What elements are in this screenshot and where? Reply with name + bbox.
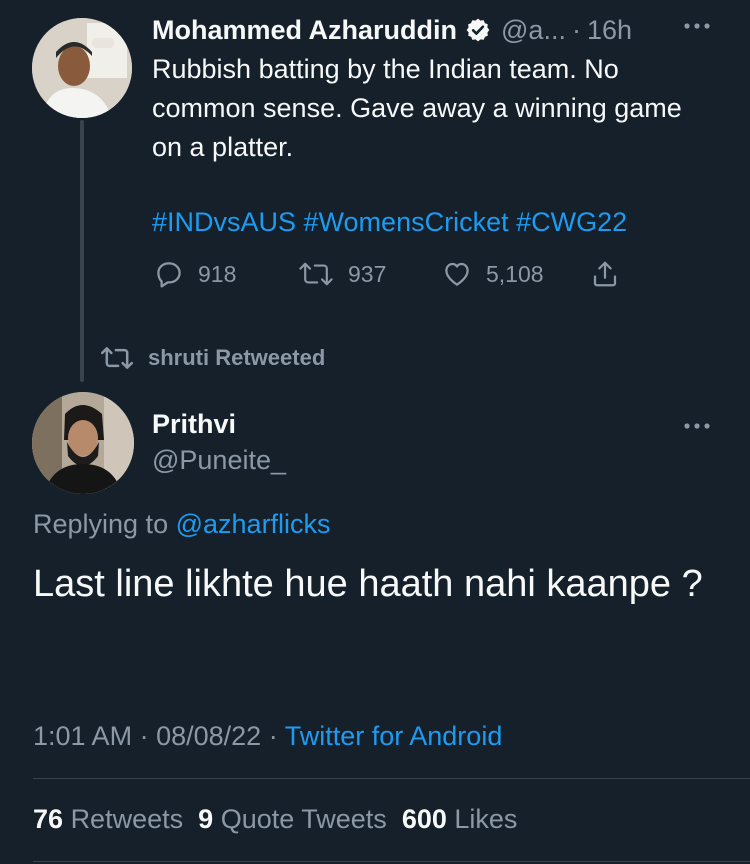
tweet-meta: 1:01 AM · 08/08/22 · Twitter for Android (33, 717, 502, 755)
like-button[interactable]: 5,108 (442, 256, 544, 292)
meta-separator: · (139, 721, 149, 751)
reply-author-handle[interactable]: @Puneite_ (152, 445, 286, 476)
more-icon[interactable] (680, 16, 714, 36)
divider (33, 861, 750, 862)
tweet-header: Mohammed Azharuddin @a... · 16h (152, 12, 632, 48)
time-separator: · (571, 14, 581, 45)
thread-connector-line (80, 120, 84, 382)
more-icon[interactable] (680, 416, 714, 436)
replying-to: Replying to @azharflicks (33, 506, 331, 542)
reply-time[interactable]: 1:01 AM (33, 721, 132, 751)
reply-icon (157, 262, 181, 288)
retweet-button[interactable]: 937 (298, 256, 386, 292)
likes-stat[interactable]: 600 Likes (402, 804, 518, 834)
share-button[interactable] (590, 256, 634, 292)
meta-separator: · (268, 721, 278, 751)
reply-text: Last line likhte hue haath nahi kaanpe ? (33, 563, 703, 605)
tweet-text: Rubbish batting by the Indian team. No c… (152, 54, 682, 162)
avatar-prithvi[interactable] (32, 392, 134, 494)
avatar-azharuddin[interactable] (32, 18, 132, 118)
reply-source[interactable]: Twitter for Android (285, 721, 503, 751)
quotes-count: 9 (198, 804, 214, 834)
retweeted-banner[interactable]: shruti Retweeted (100, 342, 325, 374)
author-handle[interactable]: @a... (501, 15, 566, 46)
tweet-hashtags[interactable]: #INDvsAUS #WomensCricket #CWG22 (152, 203, 627, 242)
reply-date[interactable]: 08/08/22 (156, 721, 261, 751)
retweets-stat[interactable]: 76 Retweets (33, 804, 183, 834)
verified-badge-icon (466, 18, 490, 42)
divider (33, 778, 750, 779)
retweet-icon (101, 347, 133, 369)
retweets-count: 76 (33, 804, 64, 834)
replying-to-handle[interactable]: @azharflicks (176, 509, 331, 539)
tweet-stats: 76 Retweets 9 Quote Tweets 600 Likes (33, 800, 517, 838)
tweet-time[interactable]: 16h (587, 15, 632, 46)
quotes-label: Quote Tweets (220, 804, 387, 834)
like-icon (445, 262, 469, 286)
quotes-stat[interactable]: 9 Quote Tweets (198, 804, 387, 834)
reply-button[interactable]: 918 (154, 256, 236, 292)
retweet-icon (299, 262, 333, 286)
like-count: 5,108 (486, 260, 544, 287)
likes-label: Likes (454, 804, 518, 834)
reply-author-name[interactable]: Prithvi (152, 409, 236, 440)
retweets-label: Retweets (70, 804, 184, 834)
likes-count: 600 (401, 804, 447, 834)
author-name[interactable]: Mohammed Azharuddin (152, 15, 457, 46)
retweeted-text: shruti Retweeted (148, 345, 326, 370)
reply-count: 918 (198, 260, 237, 287)
replying-prefix: Replying to (33, 509, 169, 539)
retweet-count: 937 (348, 260, 387, 287)
share-icon (593, 261, 617, 287)
